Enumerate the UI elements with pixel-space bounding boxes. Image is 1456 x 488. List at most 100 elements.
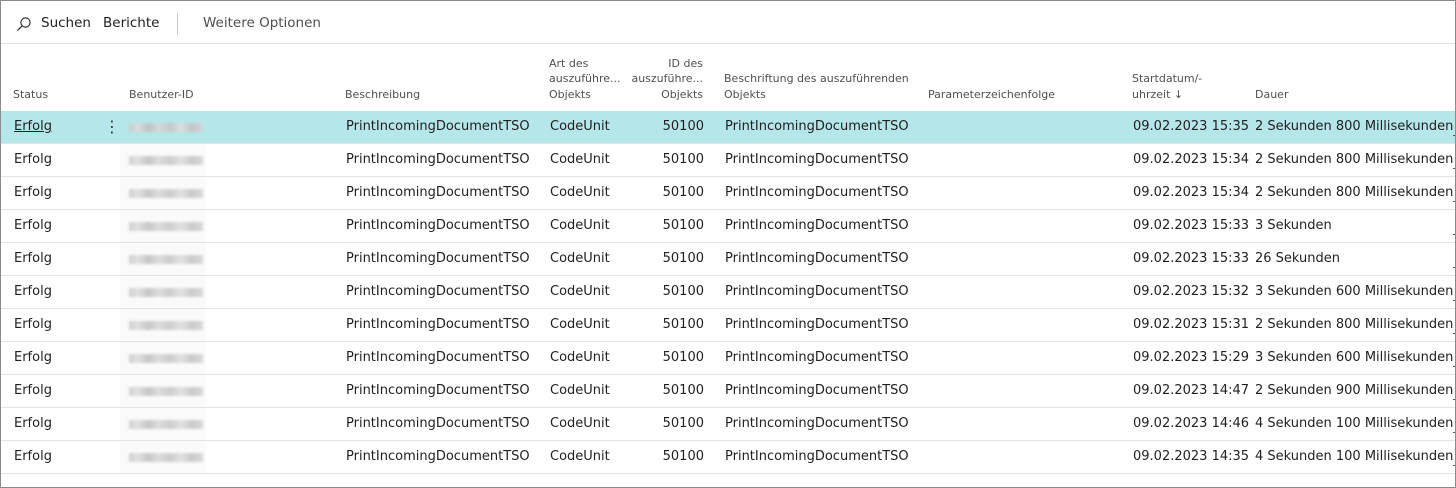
object-caption-cell: PrintIncomingDocumentTSO <box>725 119 909 134</box>
status-link[interactable]: Erfolg <box>14 408 52 440</box>
search-icon[interactable] <box>16 16 32 32</box>
status-link[interactable]: Erfolg <box>14 111 52 143</box>
column-header-start-datetime[interactable]: Startdatum/- uhrzeit ↓ <box>1132 71 1202 102</box>
status-link[interactable]: Erfolg <box>14 342 52 374</box>
object-type-cell: CodeUnit <box>550 284 610 299</box>
truncated-column-edge <box>1450 144 1455 177</box>
object-caption-cell: PrintIncomingDocumentTSO <box>725 218 909 233</box>
object-id-cell: 50100 <box>662 152 704 167</box>
description-cell: PrintIncomingDocumentTSO <box>346 416 530 431</box>
object-caption-cell: PrintIncomingDocumentTSO <box>725 152 909 167</box>
table-row[interactable]: Erfolg ⋮ PrintIncomingDocumentTSO CodeUnit 5… <box>1 111 1455 144</box>
start-datetime-cell: 09.02.2023 15:32 <box>1133 284 1250 299</box>
object-type-cell: CodeUnit <box>550 251 610 266</box>
object-type-cell: CodeUnit <box>550 383 610 398</box>
duration-cell: 3 Sekunden 600 Millisekunden <box>1255 284 1454 299</box>
description-cell: PrintIncomingDocumentTSO <box>346 284 530 299</box>
toolbar-divider <box>177 13 178 35</box>
truncated-column-edge <box>1450 342 1455 375</box>
table-row[interactable]: Erfolg PrintIncomingDocumentTSO CodeUnit 50… <box>1 177 1455 210</box>
table-row[interactable]: Erfolg PrintIncomingDocumentTSO CodeUnit 50… <box>1 144 1455 177</box>
table-row[interactable]: Erfolg PrintIncomingDocumentTSO CodeUnit 50… <box>1 276 1455 309</box>
table-row[interactable]: Erfolg PrintIncomingDocumentTSO CodeUnit 50… <box>1 243 1455 276</box>
column-header-user-id[interactable]: Benutzer-ID <box>129 87 194 103</box>
start-datetime-cell: 09.02.2023 14:46 <box>1133 416 1250 431</box>
object-id-cell: 50100 <box>662 416 704 431</box>
table-row[interactable]: Erfolg PrintIncomingDocumentTSO CodeUnit 50… <box>1 375 1455 408</box>
duration-cell: 2 Sekunden 800 Millisekunden <box>1255 152 1454 167</box>
object-id-cell: 50100 <box>662 185 704 200</box>
sort-descending-icon: ↓ <box>1173 87 1184 101</box>
search-button[interactable]: Suchen <box>41 15 91 31</box>
object-caption-cell: PrintIncomingDocumentTSO <box>725 383 909 398</box>
object-id-cell: 50100 <box>662 284 704 299</box>
object-type-cell: CodeUnit <box>550 317 610 332</box>
column-header-description[interactable]: Beschreibung <box>345 87 420 103</box>
status-link[interactable]: Erfolg <box>14 243 52 275</box>
more-options-button[interactable]: Weitere Optionen <box>203 15 321 31</box>
object-caption-cell: PrintIncomingDocumentTSO <box>725 185 909 200</box>
object-type-cell: CodeUnit <box>550 449 610 464</box>
redacted-user-id <box>129 189 203 198</box>
row-menu-icon[interactable]: ⋮ <box>104 111 120 143</box>
table-row[interactable]: Erfolg PrintIncomingDocumentTSO CodeUnit 50… <box>1 210 1455 243</box>
column-header-duration[interactable]: Dauer <box>1255 87 1288 103</box>
start-datetime-cell: 09.02.2023 14:47 <box>1133 383 1250 398</box>
start-datetime-cell: 09.02.2023 15:31 <box>1133 317 1250 332</box>
object-type-cell: CodeUnit <box>550 152 610 167</box>
object-id-cell: 50100 <box>662 218 704 233</box>
redacted-user-id <box>129 321 203 330</box>
truncated-column-edge <box>1450 111 1455 144</box>
duration-cell: 4 Sekunden 100 Millisekunden <box>1255 449 1454 464</box>
table-row[interactable]: Erfolg PrintIncomingDocumentTSO CodeUnit 50… <box>1 408 1455 441</box>
table-header: Status Benutzer-ID Beschreibung Art des … <box>1 44 1455 110</box>
object-type-cell: CodeUnit <box>550 119 610 134</box>
status-link[interactable]: Erfolg <box>14 276 52 308</box>
column-header-parameter[interactable]: Parameterzeichenfolge <box>928 87 1055 103</box>
description-cell: PrintIncomingDocumentTSO <box>346 152 530 167</box>
table-row[interactable]: Erfolg PrintIncomingDocumentTSO CodeUnit 50… <box>1 441 1455 474</box>
object-type-cell: CodeUnit <box>550 185 610 200</box>
redacted-user-id <box>129 255 203 264</box>
object-caption-cell: PrintIncomingDocumentTSO <box>725 284 909 299</box>
status-link[interactable]: Erfolg <box>14 375 52 407</box>
object-type-cell: CodeUnit <box>550 218 610 233</box>
object-type-cell: CodeUnit <box>550 416 610 431</box>
column-header-object-type[interactable]: Art des auszuführe... Objekts <box>549 56 621 103</box>
truncated-column-edge <box>1450 210 1455 243</box>
description-cell: PrintIncomingDocumentTSO <box>346 383 530 398</box>
column-header-object-id[interactable]: ID des auszuführe... Objekts <box>631 56 703 103</box>
status-link[interactable]: Erfolg <box>14 210 52 242</box>
status-link[interactable]: Erfolg <box>14 441 52 473</box>
redacted-user-id <box>129 420 203 429</box>
redacted-user-id <box>129 123 203 132</box>
description-cell: PrintIncomingDocumentTSO <box>346 317 530 332</box>
status-link[interactable]: Erfolg <box>14 309 52 341</box>
object-id-cell: 50100 <box>662 383 704 398</box>
redacted-user-id <box>129 453 203 462</box>
start-datetime-cell: 09.02.2023 15:33 <box>1133 251 1250 266</box>
action-bar: Suchen Berichte Weitere Optionen <box>1 1 1455 44</box>
object-id-cell: 50100 <box>662 251 704 266</box>
duration-cell: 2 Sekunden 900 Millisekunden <box>1255 383 1454 398</box>
table-row[interactable]: Erfolg PrintIncomingDocumentTSO CodeUnit 50… <box>1 342 1455 375</box>
column-header-object-caption[interactable]: Beschriftung des auszuführenden Objekts <box>724 71 909 102</box>
truncated-column-edge <box>1450 309 1455 342</box>
status-link[interactable]: Erfolg <box>14 177 52 209</box>
reports-menu[interactable]: Berichte <box>103 15 159 31</box>
object-caption-cell: PrintIncomingDocumentTSO <box>725 251 909 266</box>
table-row[interactable]: Erfolg PrintIncomingDocumentTSO CodeUnit 50… <box>1 309 1455 342</box>
description-cell: PrintIncomingDocumentTSO <box>346 449 530 464</box>
duration-cell: 26 Sekunden <box>1255 251 1341 266</box>
duration-cell: 3 Sekunden <box>1255 218 1332 233</box>
object-id-cell: 50100 <box>662 119 704 134</box>
start-datetime-cell: 09.02.2023 15:33 <box>1133 218 1250 233</box>
redacted-user-id <box>129 387 203 396</box>
truncated-column-edge <box>1450 408 1455 441</box>
column-header-status[interactable]: Status <box>13 87 48 103</box>
description-cell: PrintIncomingDocumentTSO <box>346 119 530 134</box>
object-caption-cell: PrintIncomingDocumentTSO <box>725 317 909 332</box>
redacted-user-id <box>129 156 203 165</box>
status-link[interactable]: Erfolg <box>14 144 52 176</box>
object-caption-cell: PrintIncomingDocumentTSO <box>725 449 909 464</box>
